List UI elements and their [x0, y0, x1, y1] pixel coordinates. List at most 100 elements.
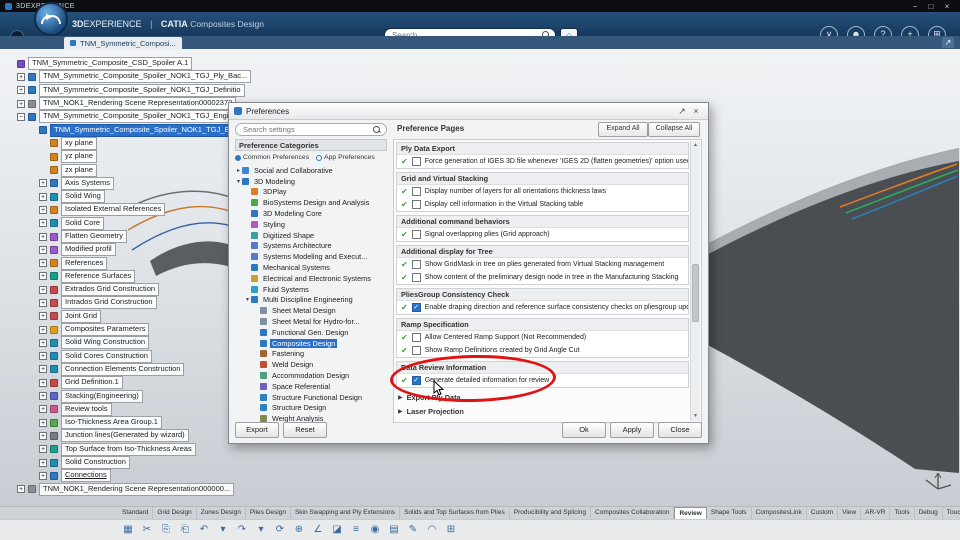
tab-compositeslink[interactable]: CompositesLink	[752, 507, 807, 519]
grid-display-icon[interactable]: ⊞	[443, 522, 459, 538]
expand-plus-icon[interactable]: +	[39, 298, 47, 307]
settings-search-icon[interactable]	[373, 125, 381, 134]
tab-skin-swapping-and-ply-extensions[interactable]: Skin Swapping and Ply Extensions	[291, 507, 401, 519]
tree-item-label[interactable]: Joint Grid	[61, 309, 102, 323]
category-item[interactable]: Functional Gen. Design	[235, 327, 388, 338]
preference-section-header[interactable]: Data Review Information	[397, 362, 688, 374]
tree-item-label[interactable]: Junction lines(Generated by wizard)	[61, 429, 189, 443]
redo-icon[interactable]: ↷	[234, 522, 250, 538]
tree-item-label[interactable]: Reference Surfaces	[61, 269, 136, 283]
expand-plus-icon[interactable]: +	[39, 245, 47, 254]
ok-button[interactable]: Ok	[562, 422, 606, 438]
tree-item[interactable]: + Extrados Grid Construction	[6, 283, 251, 297]
option-checkbox[interactable]	[411, 273, 421, 282]
category-item[interactable]: Fluid Systems	[235, 284, 388, 295]
option-checkbox[interactable]	[411, 157, 421, 166]
tab-touch[interactable]: Touch	[943, 507, 960, 519]
category-item[interactable]: BioSystems Design and Analysis	[235, 197, 388, 208]
expand-plus-icon[interactable]: +	[17, 99, 25, 108]
expand-plus-icon[interactable]: +	[39, 205, 47, 214]
tab-plies-design[interactable]: Plies Design	[246, 507, 291, 519]
expand-plus-icon[interactable]: +	[39, 325, 47, 334]
settings-search-input[interactable]	[241, 124, 373, 135]
undo-history-icon[interactable]: ▾	[215, 522, 231, 538]
tree-item-label[interactable]: Isolated External References	[61, 203, 166, 217]
preference-section-header[interactable]: PliesGroup Consistency Check	[397, 289, 688, 301]
tab-custom[interactable]: Custom	[807, 507, 839, 519]
tab-view[interactable]: View	[838, 507, 862, 519]
expand-plus-icon[interactable]: +	[39, 418, 47, 427]
tab-grid-design[interactable]: Grid Design	[153, 507, 197, 519]
3d-compass-icon[interactable]	[34, 2, 68, 36]
catalog-browser-icon[interactable]: ≡	[348, 522, 364, 538]
tree-item[interactable]: + Review tools	[6, 402, 251, 416]
tab-standard[interactable]: Standard	[118, 507, 154, 519]
tree-item[interactable]: xy plane	[6, 136, 251, 150]
expand-plus-icon[interactable]: +	[39, 445, 47, 454]
option-checkbox[interactable]	[411, 200, 421, 209]
sketch-icon[interactable]: ✎	[405, 522, 421, 538]
category-item[interactable]: Weld Design	[235, 359, 388, 370]
expand-plus-icon[interactable]: +	[39, 192, 47, 201]
tree-item-label[interactable]: Solid Wing Construction	[61, 336, 150, 350]
expand-plus-icon[interactable]: +	[39, 179, 47, 188]
tree-item[interactable]: + Flatten Geometry	[6, 230, 251, 243]
tree-item-label[interactable]: Connections	[61, 469, 111, 483]
tree-item-label[interactable]: TNM_NOK1_Rendering Scene Representation0…	[39, 482, 235, 496]
tree-item-label[interactable]: Grid Definition.1	[61, 376, 123, 390]
category-item[interactable]: Accommodation Design	[235, 370, 388, 381]
tree-item-label[interactable]: Solid Wing	[61, 190, 105, 204]
view-table-icon[interactable]: ▦	[120, 522, 136, 538]
tree-item[interactable]: TNM_Symmetric_Composite_Spoiler_NOK1_TGJ…	[6, 123, 251, 137]
dialog-titlebar[interactable]: Preferences ↗ ×	[229, 103, 708, 120]
tree-item-label[interactable]: References	[61, 256, 108, 270]
tree-item-label[interactable]: Composites Parameters	[61, 323, 150, 337]
expand-viewport-icon[interactable]: ↗	[942, 37, 954, 48]
expand-plus-icon[interactable]: +	[39, 392, 47, 401]
category-item[interactable]: Space Referential	[235, 381, 388, 392]
expand-plus-icon[interactable]: +	[39, 471, 47, 480]
expand-plus-icon[interactable]: +	[39, 431, 47, 440]
tree-item-label[interactable]: TNM_Symmetric_Composite_Spoiler_NOK1_TGJ…	[39, 110, 245, 124]
expand-plus-icon[interactable]: +	[39, 378, 47, 387]
expand-plus-icon[interactable]: +	[39, 285, 47, 294]
tree-item[interactable]: zx plane	[6, 163, 251, 177]
option-checkbox[interactable]	[411, 230, 421, 239]
tree-item[interactable]: + References	[6, 256, 251, 270]
category-item[interactable]: Mechanical Systems	[235, 262, 388, 273]
tab-producibility-and-splicing[interactable]: Producibility and Splicing	[510, 507, 592, 519]
collapse-all-button[interactable]: Collapse All	[648, 122, 700, 137]
category-item[interactable]: Systems Modeling and Execut...	[235, 251, 388, 262]
expand-plus-icon[interactable]: +	[39, 259, 47, 268]
scroll-down-icon[interactable]: ▼	[691, 412, 700, 421]
close-button[interactable]: ×	[939, 2, 955, 11]
expand-plus-icon[interactable]: +	[39, 272, 47, 281]
tree-item[interactable]: + Solid Wing Construction	[6, 336, 251, 350]
tab-review[interactable]: Review	[674, 507, 707, 519]
collapsed-section[interactable]: ▶ Export Ply Data	[398, 391, 689, 404]
cut-icon[interactable]: ✂	[139, 522, 155, 538]
expand-plus-icon[interactable]: +	[39, 365, 47, 374]
tree-item[interactable]: + Grid Definition.1	[6, 376, 251, 390]
preference-section-header[interactable]: Additional command behaviors	[397, 216, 688, 228]
tab-shape-tools[interactable]: Shape Tools	[707, 507, 752, 519]
expand-all-button[interactable]: Expand All	[598, 122, 648, 137]
category-item[interactable]: Composites Design	[235, 338, 388, 349]
option-checkbox[interactable]	[411, 260, 421, 269]
preference-section-header[interactable]: Additional display for Tree	[397, 246, 688, 258]
category-item[interactable]: 3DPlay	[235, 187, 388, 198]
tree-item-label[interactable]: Solid Cores Construction	[61, 349, 152, 363]
category-toggle-icon[interactable]: ▾	[244, 296, 251, 303]
option-checkbox[interactable]: ✓	[411, 303, 421, 312]
tree-item[interactable]: + Modified profil	[6, 243, 251, 257]
close-button[interactable]: Close	[658, 422, 702, 438]
apply-button[interactable]: Apply	[610, 422, 654, 438]
tree-item-label[interactable]: TNM_Symmetric_Composite_Spoiler_NOK1_TGJ…	[50, 123, 244, 137]
category-toggle-icon[interactable]: ▾	[235, 178, 242, 185]
preference-section-header[interactable]: Grid and Virtual Stacking	[397, 173, 688, 185]
update-icon[interactable]: ⟳	[272, 522, 288, 538]
tree-item-label[interactable]: Review tools	[61, 402, 112, 416]
tree-item[interactable]: + Junction lines(Generated by wizard)	[6, 429, 251, 443]
expand-plus-icon[interactable]: +	[39, 458, 47, 467]
document-tab[interactable]: TNM_Symmetric_Composi...	[64, 37, 182, 49]
